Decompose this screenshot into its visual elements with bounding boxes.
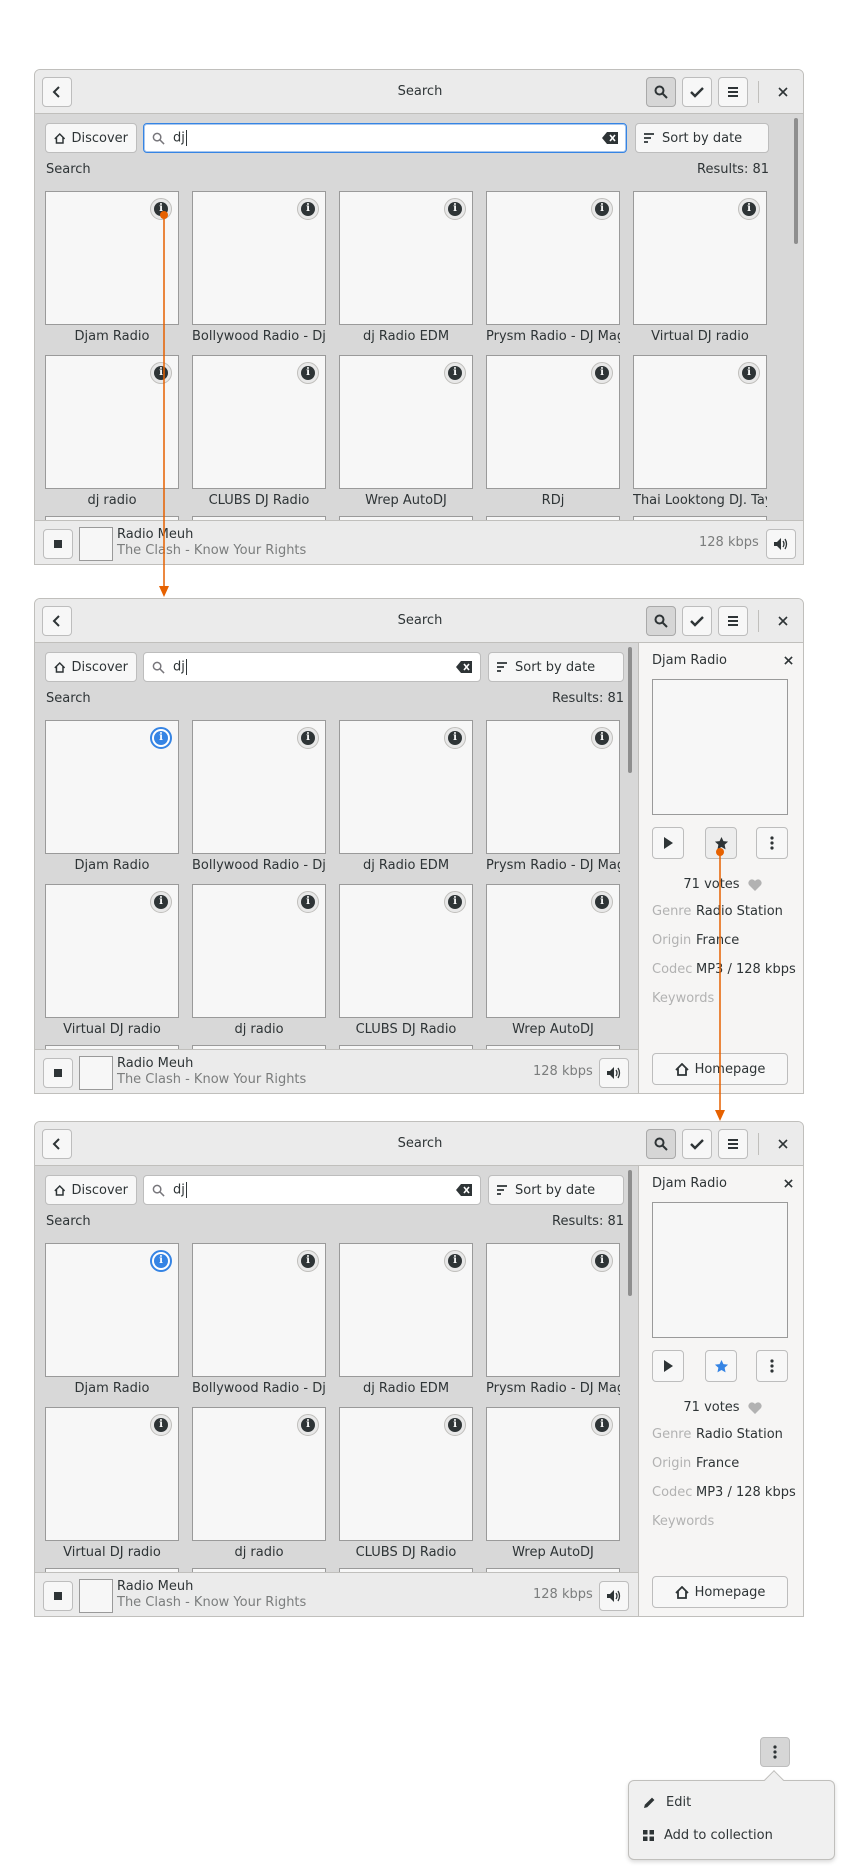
menu-item-label: Add to collection (664, 1828, 773, 1843)
menu-item-add-to-collection[interactable]: Add to collection (643, 1828, 773, 1843)
more-options-popover: Edit Add to collection (628, 1780, 835, 1860)
menu-item-label: Edit (666, 1795, 692, 1810)
grid-icon (643, 1830, 654, 1841)
arrow-star-to-favorited (715, 848, 725, 1121)
pencil-icon (644, 1797, 655, 1808)
annotation-arrows (159, 211, 725, 1121)
kebab-menu-icon (773, 1745, 777, 1759)
menu-item-edit[interactable]: Edit (643, 1795, 691, 1810)
more-options-button[interactable] (760, 1737, 790, 1767)
arrow-info-to-details (159, 211, 169, 597)
